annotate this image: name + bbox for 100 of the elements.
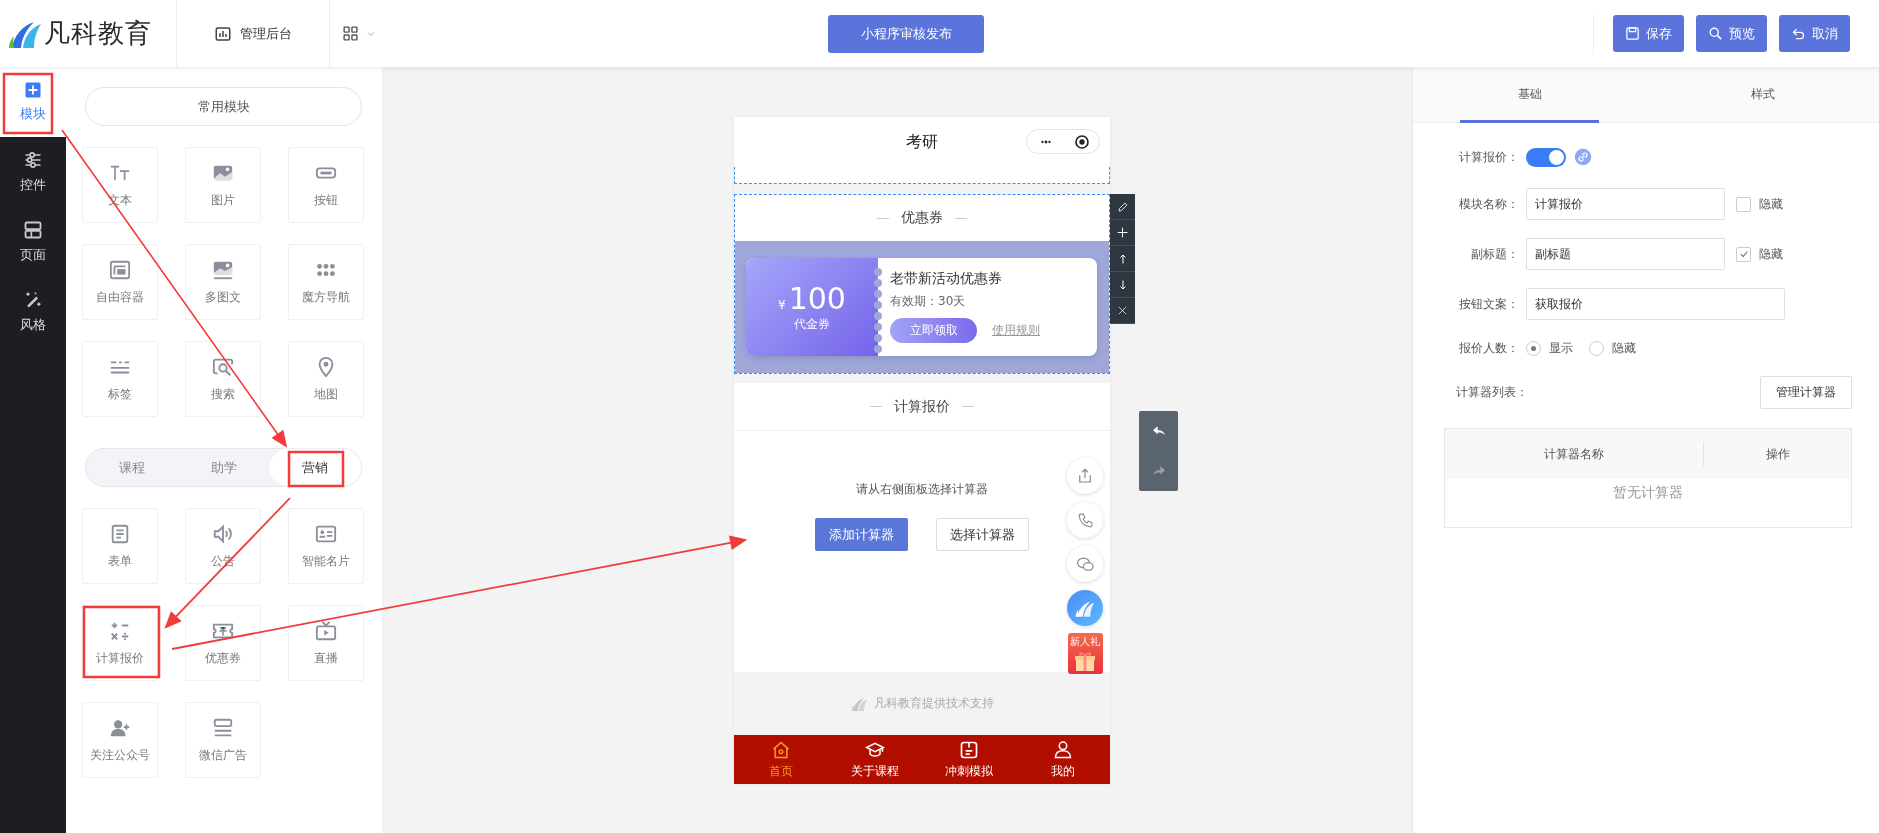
- gift-icon: [1072, 650, 1098, 674]
- module-tile[interactable]: 图片: [185, 147, 261, 223]
- module-tile[interactable]: 优惠券: [185, 605, 261, 681]
- publish-button[interactable]: 小程序审核发布: [828, 14, 984, 53]
- empty-hint: 请从右侧面板选择计算器: [856, 481, 988, 498]
- magic-wand-icon: [23, 290, 43, 310]
- field-label: 副标题：: [1470, 245, 1520, 263]
- undo-icon: [1791, 26, 1806, 41]
- section-title: 计算报价: [894, 397, 950, 416]
- manage-calculators-button[interactable]: 管理计算器: [1760, 376, 1852, 409]
- field-label: 计算器列表：: [1456, 384, 1528, 401]
- module-tile[interactable]: 自由容器: [82, 244, 158, 320]
- nav-link[interactable]: 管理后台: [177, 13, 329, 54]
- select-calculator-button[interactable]: 选择计算器: [936, 518, 1029, 551]
- sidebar-item[interactable]: 模块: [0, 67, 66, 137]
- settings-tab[interactable]: 基础: [1413, 67, 1646, 122]
- tabbar-item[interactable]: 关于课程: [828, 735, 922, 784]
- field-label: 报价人数：: [1458, 339, 1520, 357]
- radio-label: 隐藏: [1612, 339, 1636, 357]
- common-modules-button[interactable]: 常用模块: [85, 87, 362, 126]
- module-tile[interactable]: 地图: [288, 341, 364, 417]
- layout-icon: [23, 220, 43, 240]
- new-user-gift-badge[interactable]: 新人礼: [1067, 633, 1103, 674]
- add-calculator-button[interactable]: 添加计算器: [815, 518, 908, 551]
- page-title: 考研: [906, 131, 938, 153]
- user-icon: [1053, 739, 1073, 760]
- sidebar-item[interactable]: 风格: [0, 277, 66, 347]
- banner-icon: [212, 716, 234, 739]
- share-icon: [1076, 467, 1094, 485]
- category-tab[interactable]: 助学: [177, 449, 270, 486]
- category-tab[interactable]: 课程: [86, 449, 178, 486]
- toggle-switch[interactable]: [1526, 147, 1566, 167]
- save-button[interactable]: 保存: [1613, 15, 1684, 52]
- highlight-frame: [287, 450, 345, 488]
- logo-text: 凡科教育: [44, 17, 152, 50]
- link-icon: [1574, 148, 1592, 166]
- search-icon: [1708, 26, 1723, 41]
- sidebar-item[interactable]: 控件: [0, 137, 66, 207]
- module-tile[interactable]: 多图文: [185, 244, 261, 320]
- form-icon: [109, 522, 131, 545]
- tabbar-item[interactable]: 我的: [1016, 735, 1110, 784]
- footer-credit: 凡科教育提供技术支持: [873, 695, 994, 712]
- empty-state-text: 暂无计算器: [1613, 484, 1683, 502]
- check-icon: [1738, 249, 1749, 259]
- checkbox[interactable]: [1736, 246, 1751, 262]
- speaker-icon: [212, 522, 234, 545]
- phone-icon: [1076, 511, 1094, 529]
- plus-icon: [1116, 226, 1129, 239]
- column-header: 计算器名称: [1445, 442, 1704, 466]
- tabbar-item[interactable]: 冲刺模拟: [922, 735, 1016, 784]
- module-tile[interactable]: 按钮: [288, 147, 364, 223]
- radio-label: 显示: [1549, 339, 1573, 357]
- module-tile[interactable]: 关注公众号: [82, 702, 158, 778]
- pencil-icon: [1116, 200, 1129, 213]
- grid-icon: [341, 25, 359, 42]
- coupon-amount: 100: [788, 281, 846, 316]
- sliders-icon: [23, 150, 43, 170]
- column-header: 操作: [1764, 445, 1791, 463]
- sidebar-item[interactable]: 页面: [0, 207, 66, 277]
- note-icon: [959, 739, 979, 760]
- currency-symbol: ¥: [778, 297, 786, 312]
- module-tile[interactable]: 直播: [288, 605, 364, 681]
- coupon-type: 代金券: [794, 315, 830, 333]
- checkbox-label: 隐藏: [1759, 195, 1783, 213]
- close-icon: [1117, 305, 1128, 316]
- field-label: 按钮文案：: [1458, 295, 1520, 313]
- preview-button[interactable]: 预览: [1696, 15, 1767, 52]
- checkbox[interactable]: [1736, 196, 1751, 212]
- input-field[interactable]: 计算报价: [1526, 188, 1725, 220]
- tv-icon: [315, 619, 337, 642]
- capsule-menu[interactable]: [1026, 129, 1100, 154]
- claim-button[interactable]: 立即领取: [890, 318, 977, 343]
- target-icon: [1074, 133, 1090, 150]
- input-field[interactable]: 副标题: [1526, 238, 1725, 270]
- module-tile[interactable]: 表单: [82, 508, 158, 584]
- rules-link[interactable]: 使用规则: [992, 322, 1040, 339]
- chart-icon: [214, 24, 232, 43]
- logo-icon: [850, 695, 868, 712]
- plus-square-icon: [24, 81, 42, 99]
- field-label: 计算报价：: [1458, 148, 1520, 166]
- checkbox-label: 隐藏: [1759, 245, 1783, 263]
- module-tile[interactable]: 智能名片: [288, 508, 364, 584]
- input-field[interactable]: 获取报价: [1526, 288, 1785, 320]
- cancel-button[interactable]: 取消: [1779, 15, 1850, 52]
- tabbar-item[interactable]: 首页: [734, 735, 828, 784]
- coupon-validity: 有效期：30天: [890, 293, 967, 310]
- module-tile[interactable]: 魔方导航: [288, 244, 364, 320]
- module-tile[interactable]: 标签: [82, 341, 158, 417]
- category-tab[interactable]: 营销: [269, 449, 361, 486]
- module-tile[interactable]: 搜索: [185, 341, 261, 417]
- section-title: 优惠券: [901, 209, 943, 227]
- module-tile[interactable]: 计算报价: [82, 605, 158, 681]
- settings-tab[interactable]: 样式: [1646, 67, 1879, 122]
- module-tile[interactable]: 微信广告: [185, 702, 261, 778]
- field-label: 模块名称：: [1458, 195, 1520, 213]
- save-icon: [1625, 26, 1640, 41]
- highlight-frame: [2, 72, 54, 135]
- home-icon: [771, 739, 791, 760]
- coupon-name: 老带新活动优惠券: [890, 270, 1003, 288]
- container-icon: [109, 258, 131, 281]
